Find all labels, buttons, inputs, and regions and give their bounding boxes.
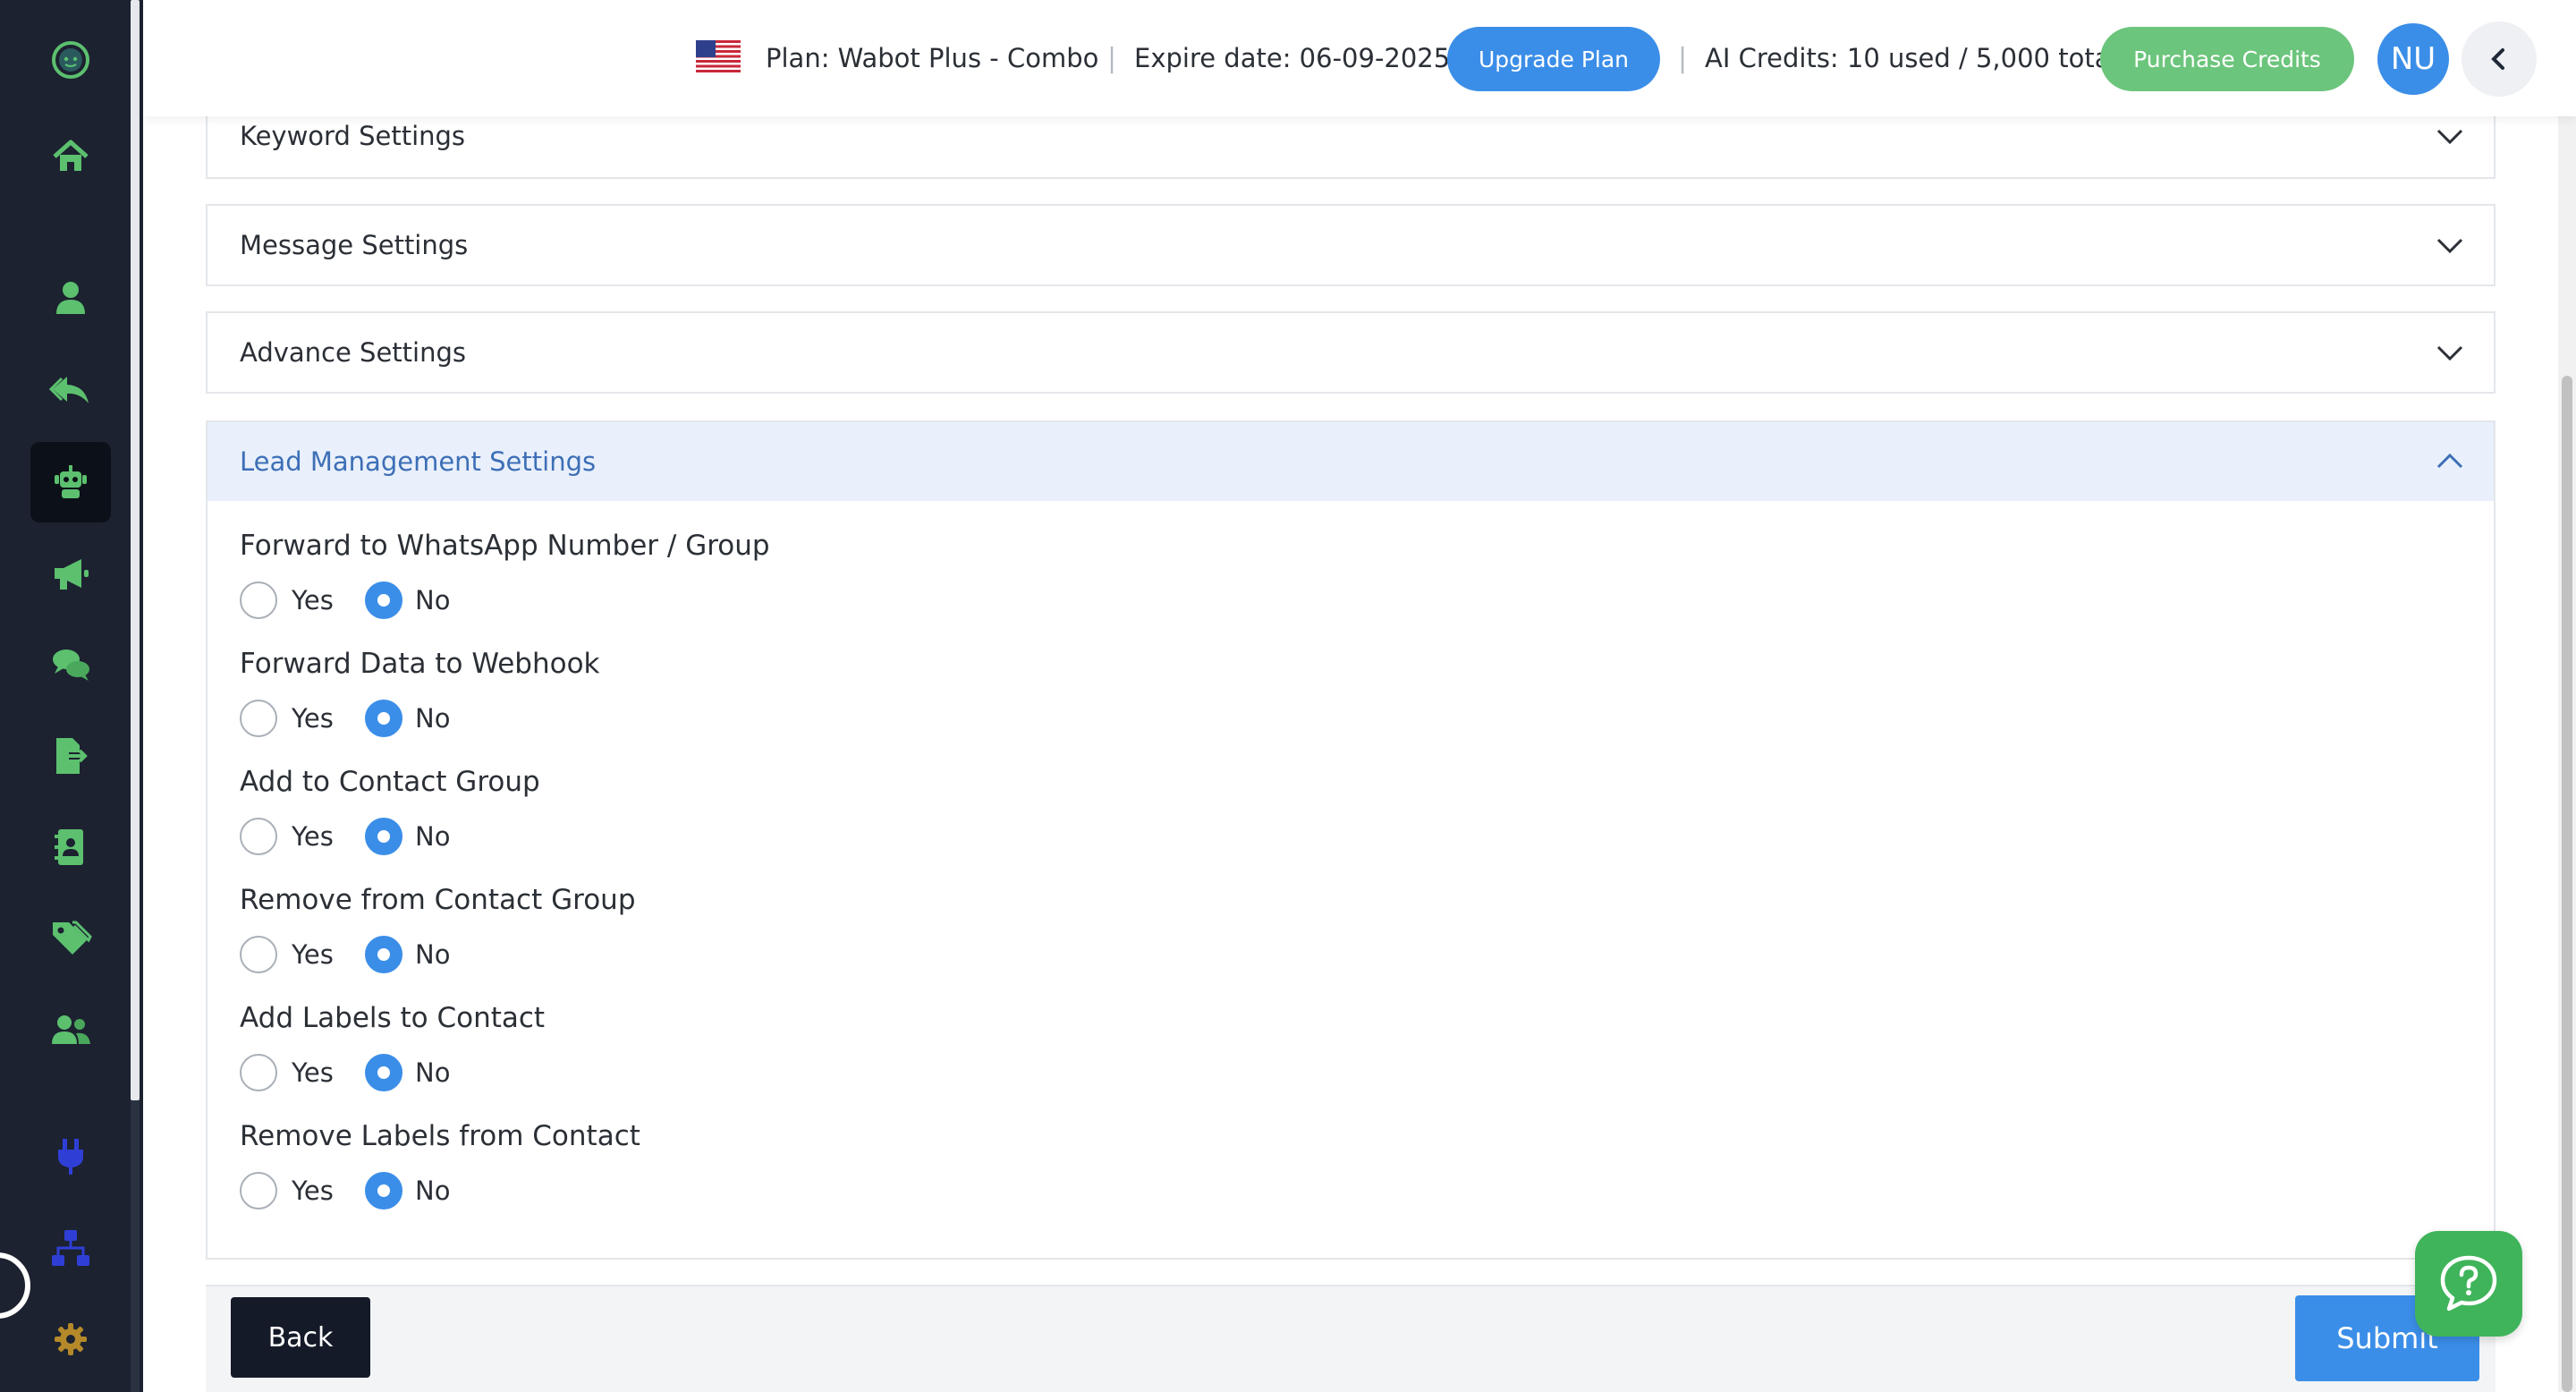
plug-icon[interactable] (30, 1116, 111, 1197)
accordion-lead-management-settings[interactable]: Lead Management Settings (206, 420, 2496, 503)
field-label: Forward Data to Webhook (240, 648, 600, 680)
expire-date-text: Expire date: 06-09-2025 (1134, 43, 1451, 73)
reply-icon[interactable] (30, 349, 111, 429)
chevron-left-icon (2491, 48, 2504, 70)
radio-yes[interactable] (240, 1172, 277, 1210)
lead-management-panel: Forward to WhatsApp Number / Group Yes N… (206, 501, 2496, 1260)
field-forward-whatsapp: Forward to WhatsApp Number / Group Yes N… (240, 528, 770, 619)
megaphone-icon[interactable] (30, 533, 111, 614)
home-icon[interactable] (30, 116, 111, 197)
help-button[interactable] (2415, 1231, 2522, 1337)
field-remove-labels: Remove Labels from Contact Yes No (240, 1118, 640, 1210)
accordion-title: Advance Settings (240, 337, 466, 368)
accordion-message-settings[interactable]: Message Settings (206, 204, 2496, 286)
users-icon[interactable] (30, 989, 111, 1070)
plan-text: Plan: Wabot Plus - Combo (766, 43, 1099, 73)
radio-yes-label[interactable]: Yes (292, 818, 334, 855)
field-forward-webhook: Forward Data to Webhook Yes No (240, 646, 600, 737)
radio-no-label[interactable]: No (415, 1172, 450, 1210)
radio-yes[interactable] (240, 1054, 277, 1091)
radio-yes-label[interactable]: Yes (292, 581, 334, 619)
radio-no-label[interactable]: No (415, 700, 450, 737)
accordion-title: Message Settings (240, 230, 469, 260)
radio-yes[interactable] (240, 818, 277, 855)
radio-no-label[interactable]: No (415, 818, 450, 855)
accordion-title: Keyword Settings (240, 121, 466, 151)
radio-group: Yes No (240, 581, 508, 621)
radio-no-label[interactable]: No (415, 1054, 450, 1091)
separator: | (1107, 42, 1117, 74)
radio-yes-label[interactable]: Yes (292, 700, 334, 737)
purchase-credits-button[interactable]: Purchase Credits (2100, 27, 2354, 91)
radio-yes[interactable] (240, 700, 277, 737)
form-footer (206, 1285, 2496, 1392)
radio-yes-label[interactable]: Yes (292, 1054, 334, 1091)
field-label: Remove from Contact Group (240, 884, 636, 916)
radio-no[interactable] (365, 936, 402, 973)
help-chat-icon (2440, 1255, 2497, 1311)
field-label: Add Labels to Contact (240, 1002, 546, 1034)
field-label: Add to Contact Group (240, 766, 540, 798)
top-bar: Plan: Wabot Plus - Combo | Expire date: … (143, 0, 2576, 116)
radio-yes[interactable] (240, 581, 277, 619)
back-button[interactable]: Back (231, 1297, 370, 1378)
field-label: Forward to WhatsApp Number / Group (240, 530, 770, 562)
sidebar-scrollbar-track (131, 1100, 140, 1392)
radio-group: Yes No (240, 1054, 508, 1093)
field-label: Remove Labels from Contact (240, 1120, 640, 1152)
accordion-title: Lead Management Settings (240, 446, 597, 477)
accordion-advance-settings[interactable]: Advance Settings (206, 311, 2496, 394)
robot-icon[interactable] (30, 442, 111, 522)
upgrade-plan-button[interactable]: Upgrade Plan (1447, 27, 1660, 91)
collapse-button[interactable] (2462, 21, 2537, 97)
export-icon[interactable] (30, 716, 111, 796)
field-add-contact-group: Add to Contact Group Yes No (240, 764, 540, 855)
radio-yes-label[interactable]: Yes (292, 1172, 334, 1210)
us-flag-icon[interactable] (696, 40, 741, 72)
radio-no[interactable] (365, 818, 402, 855)
radio-yes[interactable] (240, 936, 277, 973)
chevron-down-icon (2436, 345, 2463, 361)
sidebar-scrollbar-thumb[interactable] (131, 0, 140, 1100)
radio-group: Yes No (240, 700, 508, 739)
field-remove-contact-group: Remove from Contact Group Yes No (240, 882, 636, 973)
radio-no-label[interactable]: No (415, 936, 450, 973)
radio-group: Yes No (240, 1172, 508, 1211)
chevron-down-icon (2436, 238, 2463, 254)
network-icon[interactable] (30, 1208, 111, 1288)
tags-icon[interactable] (30, 898, 111, 979)
radio-no[interactable] (365, 1172, 402, 1210)
radio-yes-label[interactable]: Yes (292, 936, 334, 973)
field-add-labels: Add Labels to Contact Yes No (240, 1000, 546, 1091)
logo-icon[interactable] (30, 20, 111, 100)
separator: | (1678, 42, 1688, 74)
chevron-up-icon (2436, 453, 2463, 469)
ai-credits-text: AI Credits: 10 used / 5,000 total (1705, 43, 2118, 73)
user-icon[interactable] (30, 258, 111, 338)
radio-no[interactable] (365, 1054, 402, 1091)
contact-book-icon[interactable] (30, 807, 111, 887)
chat-icon[interactable] (30, 624, 111, 705)
radio-no[interactable] (365, 581, 402, 619)
page-scrollbar-thumb[interactable] (2562, 376, 2572, 1392)
radio-no[interactable] (365, 700, 402, 737)
radio-no-label[interactable]: No (415, 581, 450, 619)
chevron-down-icon (2436, 129, 2463, 145)
avatar[interactable]: NU (2377, 23, 2449, 95)
gear-icon[interactable] (30, 1299, 111, 1379)
radio-group: Yes No (240, 936, 508, 975)
radio-group: Yes No (240, 818, 508, 857)
